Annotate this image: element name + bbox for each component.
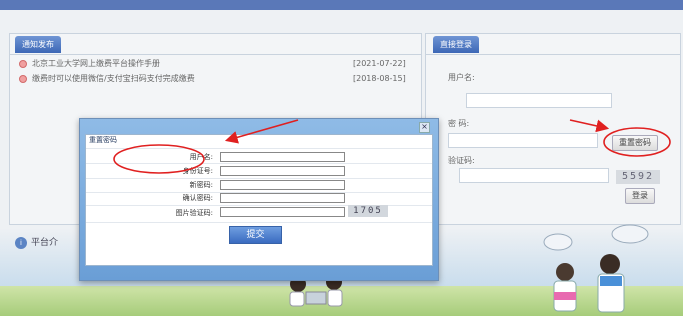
id-number-input[interactable]: [220, 166, 345, 176]
field-label-confirm-password: 确认密码:: [182, 194, 213, 202]
captcha-input[interactable]: [459, 168, 609, 183]
news-item[interactable]: 缴费时可以使用微信/支付宝扫码支付完成缴费: [19, 72, 195, 86]
row-divider: [86, 148, 432, 149]
tab-news[interactable]: 通知发布: [15, 36, 61, 53]
submit-button[interactable]: 提交: [229, 226, 282, 244]
login-panel-header: 直接登录: [426, 34, 680, 55]
news-item[interactable]: 北京工业大学网上缴费平台操作手册: [19, 57, 160, 71]
news-date: [2018-08-15]: [353, 74, 406, 83]
confirm-password-input[interactable]: [220, 193, 345, 203]
field-label-new-password: 新密码:: [189, 181, 213, 189]
bullet-icon: [19, 74, 27, 83]
captcha-image[interactable]: 1705: [348, 205, 388, 217]
new-password-input[interactable]: [220, 180, 345, 190]
field-label-image-captcha: 图片验证码:: [175, 209, 213, 217]
password-label: 密 码:: [448, 119, 470, 128]
info-icon: i: [15, 236, 27, 249]
news-title[interactable]: 北京工业大学网上缴费平台操作手册: [32, 59, 160, 68]
close-icon[interactable]: ×: [419, 122, 430, 133]
news-title[interactable]: 缴费时可以使用微信/支付宝扫码支付完成缴费: [32, 74, 195, 83]
tab-login[interactable]: 直接登录: [433, 36, 479, 53]
username-label: 用户名:: [448, 73, 475, 82]
captcha-image[interactable]: 5592: [616, 170, 660, 184]
reset-password-button[interactable]: 重置密码: [612, 135, 658, 151]
news-panel-header: 通知发布: [10, 34, 421, 55]
top-bar: [0, 0, 683, 10]
intro-label: 平台介: [31, 238, 59, 248]
row-divider: [86, 222, 432, 223]
reset-password-dialog: 重置密码 × 用户名: 身份证号: 新密码: 确认密码: 图片验证码: 1705…: [79, 118, 439, 281]
row-divider: [86, 163, 432, 164]
reset-username-input[interactable]: [220, 152, 345, 162]
login-button[interactable]: 登录: [625, 188, 655, 204]
captcha-label: 验证码:: [448, 156, 475, 165]
image-captcha-input[interactable]: [220, 207, 345, 217]
students-illustration: [543, 224, 649, 313]
username-input[interactable]: [466, 93, 612, 108]
dialog-body: 重置密码 × 用户名: 身份证号: 新密码: 确认密码: 图片验证码: 1705…: [85, 122, 433, 266]
bullet-icon: [19, 59, 27, 68]
password-input[interactable]: [448, 133, 598, 148]
field-label-username: 用户名:: [189, 153, 213, 161]
dialog-title: 重置密码: [89, 136, 117, 144]
field-label-id-number: 身份证号:: [182, 167, 213, 175]
news-date: [2021-07-22]: [353, 59, 406, 68]
